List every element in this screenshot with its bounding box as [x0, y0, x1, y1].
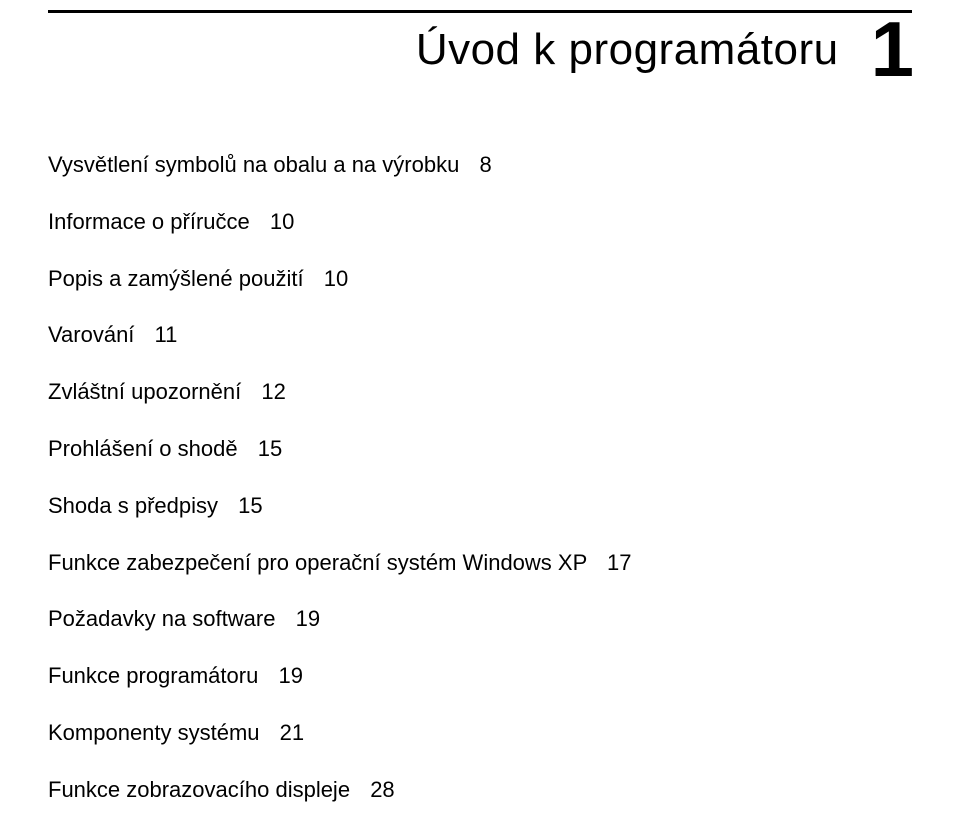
toc-page: 19 — [296, 606, 320, 631]
toc-label: Funkce zobrazovacího displeje — [48, 777, 350, 802]
page: Úvod k programátoru 1 Vysvětlení symbolů… — [0, 0, 960, 717]
toc-row: Shoda s předpisy 15 — [48, 491, 912, 522]
toc-row: Popis a zamýšlené použití 10 — [48, 264, 912, 295]
toc-page: 15 — [238, 493, 262, 518]
toc-row: Komponenty systému 21 — [48, 718, 912, 749]
toc-row: Varování 11 — [48, 320, 912, 351]
toc-label: Zvláštní upozornění — [48, 379, 241, 404]
toc-label: Požadavky na software — [48, 606, 275, 631]
toc-page: 8 — [479, 152, 491, 177]
toc-row: Zvláštní upozornění 12 — [48, 377, 912, 408]
toc-row: Vysvětlení symbolů na obalu a na výrobku… — [48, 150, 912, 181]
toc-page: 11 — [155, 322, 178, 347]
toc-label: Vysvětlení symbolů na obalu a na výrobku — [48, 152, 459, 177]
toc-row: Funkce zobrazovacího displeje 28 — [48, 775, 912, 806]
toc-page: 12 — [261, 379, 285, 404]
table-of-contents: Vysvětlení symbolů na obalu a na výrobku… — [48, 150, 912, 832]
toc-page: 15 — [258, 436, 282, 461]
toc-row: Požadavky na software 19 — [48, 604, 912, 635]
toc-page: 17 — [607, 550, 631, 575]
toc-label: Prohlášení o shodě — [48, 436, 238, 461]
toc-row: Funkce zabezpečení pro operační systém W… — [48, 548, 912, 579]
toc-label: Varování — [48, 322, 134, 347]
toc-label: Popis a zamýšlené použití — [48, 266, 304, 291]
toc-page: 21 — [280, 720, 304, 745]
toc-page: 10 — [324, 266, 348, 291]
top-rule — [48, 10, 912, 13]
chapter-title: Úvod k programátoru — [416, 26, 839, 74]
toc-label: Shoda s předpisy — [48, 493, 218, 518]
chapter-title-row: Úvod k programátoru 1 — [48, 20, 912, 84]
toc-label: Komponenty systému — [48, 720, 260, 745]
toc-label: Funkce zabezpečení pro operační systém W… — [48, 550, 587, 575]
toc-row: Informace o příručce 10 — [48, 207, 912, 238]
toc-label: Informace o příručce — [48, 209, 250, 234]
chapter-number: 1 — [871, 14, 912, 84]
toc-row: Funkce programátoru 19 — [48, 661, 912, 692]
toc-label: Funkce programátoru — [48, 663, 258, 688]
toc-page: 19 — [278, 663, 302, 688]
toc-page: 10 — [270, 209, 294, 234]
toc-page: 28 — [370, 777, 394, 802]
toc-row: Prohlášení o shodě 15 — [48, 434, 912, 465]
